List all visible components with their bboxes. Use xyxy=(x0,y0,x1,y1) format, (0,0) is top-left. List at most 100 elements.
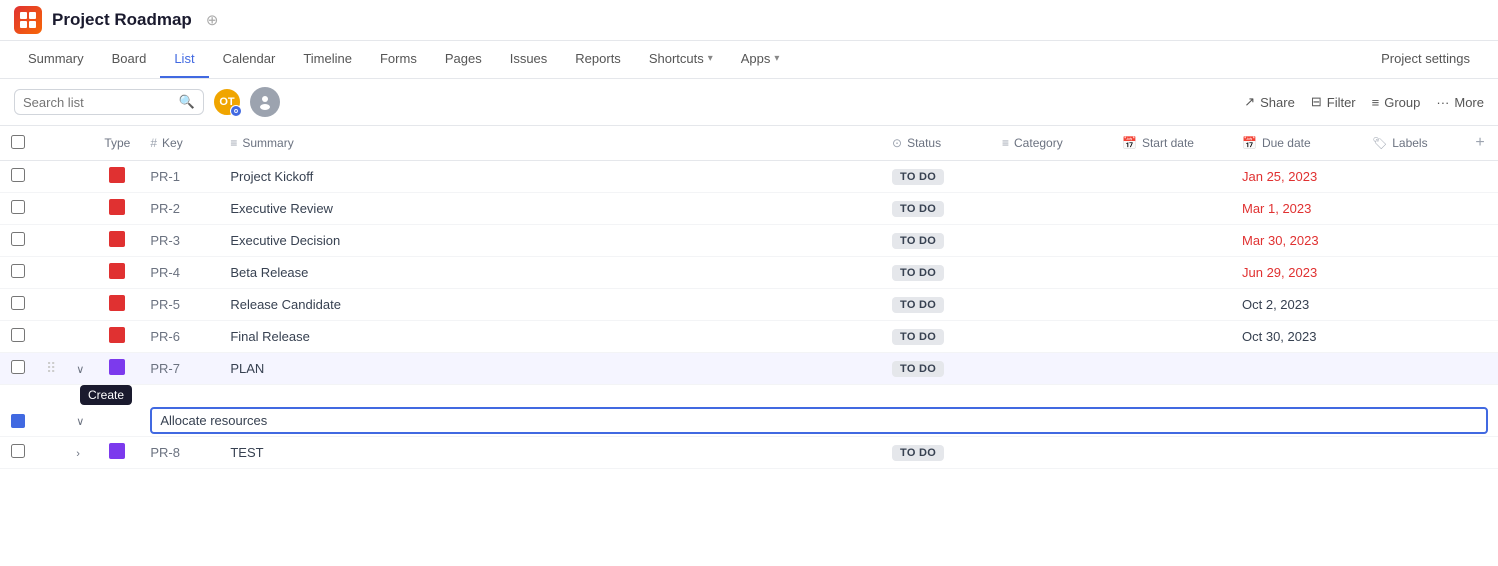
tab-apps[interactable]: Apps ▾ xyxy=(727,41,794,78)
row-expand-cell xyxy=(66,193,94,225)
th-add[interactable]: + xyxy=(1462,126,1498,161)
row-checkbox[interactable] xyxy=(11,328,25,342)
status-badge[interactable]: TO DO xyxy=(892,201,944,217)
status-badge[interactable]: TO DO xyxy=(892,361,944,377)
inline-edit-input[interactable] xyxy=(150,407,1488,434)
status-badge[interactable]: TO DO xyxy=(892,329,944,345)
row-category-cell xyxy=(992,225,1112,257)
row-status-cell: TO DO xyxy=(882,353,992,385)
tab-pages[interactable]: Pages xyxy=(431,41,496,78)
status-badge[interactable]: TO DO xyxy=(892,169,944,185)
row-check-cell xyxy=(0,353,36,385)
tab-project-settings[interactable]: Project settings xyxy=(1367,41,1484,78)
tab-timeline[interactable]: Timeline xyxy=(289,41,366,78)
expand-button[interactable]: ∨ xyxy=(76,364,84,376)
tab-summary[interactable]: Summary xyxy=(14,41,98,78)
share-label: Share xyxy=(1260,95,1295,110)
row-checkbox[interactable] xyxy=(11,232,25,246)
row-expand-cell xyxy=(66,321,94,353)
row-checkbox[interactable] xyxy=(11,296,25,310)
due-date-value: Jan 25, 2023 xyxy=(1242,169,1317,184)
edit-expand-cell: ∨ xyxy=(66,405,94,437)
row-summary-cell[interactable]: PLAN xyxy=(220,353,882,385)
select-all-checkbox[interactable] xyxy=(11,135,25,149)
table-row: PR-1 Project Kickoff TO DO Jan 25, 2023 xyxy=(0,161,1498,193)
row-add-cell xyxy=(1462,437,1498,469)
avatar-badge: o xyxy=(230,105,242,117)
row-add-cell xyxy=(1462,193,1498,225)
row-key-cell: PR-3 xyxy=(140,225,220,257)
add-column-icon[interactable]: + xyxy=(1475,134,1484,151)
edit-check-cell xyxy=(0,405,36,437)
row-labels-cell xyxy=(1362,161,1462,193)
row-checkbox[interactable] xyxy=(11,200,25,214)
row-status-cell: TO DO xyxy=(882,289,992,321)
row-category-cell xyxy=(992,257,1112,289)
search-input[interactable] xyxy=(23,95,173,110)
row-summary-cell[interactable]: Final Release xyxy=(220,321,882,353)
row-checkbox[interactable] xyxy=(11,444,25,458)
row-key-cell: PR-7 xyxy=(140,353,220,385)
row-labels-cell xyxy=(1362,437,1462,469)
tab-calendar[interactable]: Calendar xyxy=(209,41,290,78)
status-badge[interactable]: TO DO xyxy=(892,233,944,249)
row-checkbox[interactable] xyxy=(11,264,25,278)
th-startdate-label: Start date xyxy=(1142,136,1194,150)
edit-expand-btn[interactable]: ∨ xyxy=(76,416,84,428)
row-type-cell xyxy=(94,321,140,353)
row-checkbox[interactable] xyxy=(11,360,25,374)
row-add-cell xyxy=(1462,225,1498,257)
row-summary-cell[interactable]: Beta Release xyxy=(220,257,882,289)
tab-forms[interactable]: Forms xyxy=(366,41,431,78)
row-key-cell: PR-2 xyxy=(140,193,220,225)
row-check-cell xyxy=(0,225,36,257)
row-startdate-cell xyxy=(1112,353,1232,385)
status-badge[interactable]: TO DO xyxy=(892,297,944,313)
th-startdate: 📅 Start date xyxy=(1112,126,1232,161)
startdate-icon: 📅 xyxy=(1122,136,1137,150)
th-expand xyxy=(66,126,94,161)
search-box[interactable]: 🔍 xyxy=(14,89,204,115)
due-date-value: Oct 30, 2023 xyxy=(1242,329,1316,344)
tab-board[interactable]: Board xyxy=(98,41,161,78)
status-badge[interactable]: TO DO xyxy=(892,265,944,281)
nav-tabs: Summary Board List Calendar Timeline For… xyxy=(0,41,1498,79)
row-key-cell: PR-1 xyxy=(140,161,220,193)
group-button[interactable]: ≡ Group xyxy=(1372,95,1421,110)
row-startdate-cell xyxy=(1112,321,1232,353)
share-button[interactable]: ↗ Share xyxy=(1244,94,1295,110)
tab-shortcuts[interactable]: Shortcuts ▾ xyxy=(635,41,727,78)
inline-edit-row: ∨ xyxy=(0,405,1498,437)
row-startdate-cell xyxy=(1112,193,1232,225)
tab-issues[interactable]: Issues xyxy=(496,41,562,78)
filter-button[interactable]: ⊟ Filter xyxy=(1311,94,1356,110)
drag-handle-icon[interactable]: ⠿ xyxy=(46,360,56,376)
create-tooltip-row: Create xyxy=(0,385,1498,406)
more-button[interactable]: ··· More xyxy=(1436,95,1484,110)
row-summary-cell[interactable]: Project Kickoff xyxy=(220,161,882,193)
expand-button[interactable]: › xyxy=(76,448,80,460)
table-header-row: Type #Key ≡Summary ⊙Status ≡Category 📅St… xyxy=(0,126,1498,161)
row-drag-cell xyxy=(36,321,66,353)
row-summary-cell[interactable]: Executive Review xyxy=(220,193,882,225)
filter-label: Filter xyxy=(1327,95,1356,110)
row-drag-cell: ⠿ xyxy=(36,353,66,385)
row-status-cell: TO DO xyxy=(882,193,992,225)
avatar-ot[interactable]: OT o xyxy=(212,87,242,117)
status-badge[interactable]: TO DO xyxy=(892,445,944,461)
row-summary-cell[interactable]: Executive Decision xyxy=(220,225,882,257)
row-checkbox[interactable] xyxy=(11,168,25,182)
row-drag-cell xyxy=(36,161,66,193)
edit-summary-cell[interactable] xyxy=(140,405,1498,437)
row-drag-cell xyxy=(36,257,66,289)
row-status-cell: TO DO xyxy=(882,161,992,193)
row-summary-cell[interactable]: Release Candidate xyxy=(220,289,882,321)
category-icon: ≡ xyxy=(1002,136,1009,150)
row-summary-cell[interactable]: TEST xyxy=(220,437,882,469)
tab-reports[interactable]: Reports xyxy=(561,41,635,78)
row-drag-cell xyxy=(36,289,66,321)
row-key-cell: PR-4 xyxy=(140,257,220,289)
tab-list[interactable]: List xyxy=(160,41,208,78)
avatar-grey[interactable] xyxy=(250,87,280,117)
row-duedate-cell xyxy=(1232,353,1362,385)
